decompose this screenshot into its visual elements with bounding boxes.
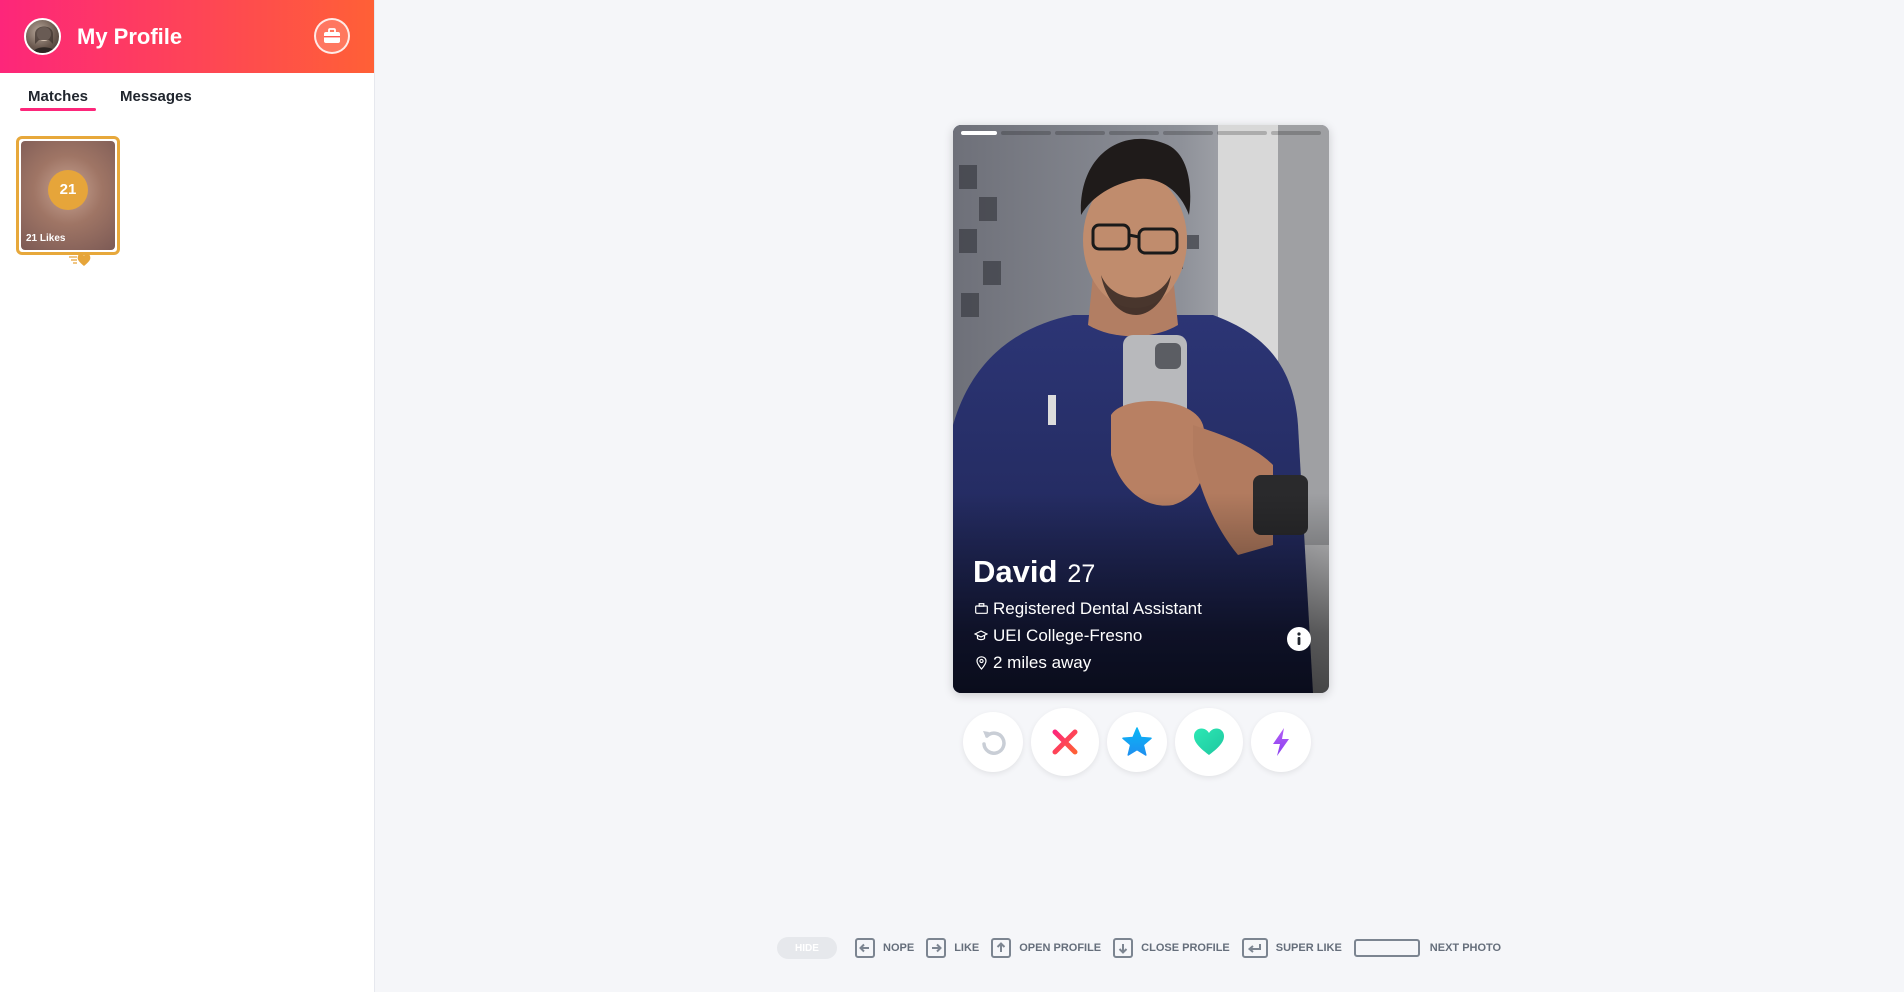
enter-key-icon bbox=[1241, 938, 1268, 958]
shortcut-close-profile-label: CLOSE PROFILE bbox=[1141, 942, 1230, 954]
profile-school: UEI College-Fresno bbox=[993, 625, 1143, 645]
likes-label: 21 Likes bbox=[26, 233, 66, 244]
photo-progress-segment bbox=[1109, 131, 1159, 135]
profile-name: David bbox=[973, 554, 1058, 589]
profile-info: David 27 Registered Dental Assistant UEI… bbox=[973, 554, 1269, 673]
photo-progress-segment bbox=[1001, 131, 1051, 135]
likes-count-badge: 21 bbox=[48, 169, 88, 210]
profile-header: My Profile bbox=[0, 0, 374, 73]
shortcut-next-photo: NEXT PHOTO bbox=[1353, 939, 1502, 957]
down-arrow-key-icon bbox=[1113, 938, 1134, 958]
photo-progress-segment bbox=[1217, 131, 1267, 135]
shortcut-super-like-label: SUPER LIKE bbox=[1275, 942, 1342, 954]
left-arrow-key-icon bbox=[855, 938, 875, 958]
swipe-actions bbox=[963, 708, 1311, 776]
open-profile-button[interactable] bbox=[1287, 627, 1311, 651]
photo-progress-segment bbox=[961, 131, 997, 135]
distance-row: 2 miles away bbox=[973, 652, 1269, 673]
up-arrow-key-icon bbox=[991, 938, 1012, 958]
nope-button[interactable] bbox=[1031, 708, 1099, 776]
photo-progress-segment bbox=[1271, 131, 1321, 135]
likes-you-card[interactable]: 21 21 Likes bbox=[16, 136, 120, 266]
shortcut-like-label: LIKE bbox=[954, 942, 980, 954]
profile-job: Registered Dental Assistant bbox=[993, 598, 1202, 618]
lightning-icon bbox=[1273, 728, 1289, 756]
shortcut-next-photo-label: NEXT PHOTO bbox=[1429, 942, 1502, 954]
briefcase-icon bbox=[324, 28, 340, 43]
tab-messages[interactable]: Messages bbox=[112, 88, 200, 111]
shortcut-nope-label: NOPE bbox=[883, 942, 915, 954]
page-title[interactable]: My Profile bbox=[77, 24, 182, 50]
job-row: Registered Dental Assistant bbox=[973, 598, 1269, 619]
x-icon bbox=[1052, 729, 1078, 755]
avatar[interactable] bbox=[24, 18, 61, 55]
shortcut-like: LIKE bbox=[926, 938, 979, 958]
spacebar-key-icon bbox=[1353, 939, 1420, 957]
shortcut-open-profile: OPEN PROFILE bbox=[991, 938, 1101, 958]
work-mode-button[interactable] bbox=[314, 18, 350, 54]
info-icon bbox=[1297, 632, 1301, 645]
heart-icon bbox=[1194, 728, 1224, 755]
profile-distance: 2 miles away bbox=[993, 652, 1092, 672]
location-pin-icon bbox=[973, 655, 989, 670]
sidebar: My Profile Matches Messages 21 21 Likes bbox=[0, 0, 375, 992]
star-icon bbox=[1122, 727, 1152, 756]
boost-button[interactable] bbox=[1251, 712, 1311, 772]
right-arrow-key-icon bbox=[926, 938, 947, 958]
profile-age: 27 bbox=[1067, 560, 1096, 588]
rewind-icon bbox=[982, 731, 1006, 755]
hide-shortcuts-button[interactable]: HIDE bbox=[777, 937, 837, 959]
like-button[interactable] bbox=[1175, 708, 1243, 776]
shortcut-close-profile: CLOSE PROFILE bbox=[1113, 938, 1230, 958]
shortcut-open-profile-label: OPEN PROFILE bbox=[1019, 942, 1102, 954]
photo-progress bbox=[961, 131, 1321, 135]
shortcut-nope: NOPE bbox=[855, 938, 914, 958]
gold-heart-icon bbox=[69, 253, 91, 266]
tab-matches[interactable]: Matches bbox=[20, 88, 97, 111]
graduation-cap-icon bbox=[973, 630, 989, 641]
briefcase-icon bbox=[973, 603, 989, 614]
keyboard-shortcuts-bar: HIDE NOPE LIKE OPEN PROFILE CLOSE PROFIL… bbox=[777, 937, 1513, 959]
likes-blurred-photo: 21 21 Likes bbox=[21, 141, 115, 250]
rewind-button[interactable] bbox=[963, 712, 1023, 772]
super-like-button[interactable] bbox=[1107, 712, 1167, 772]
photo-progress-segment bbox=[1163, 131, 1213, 135]
photo-progress-segment bbox=[1055, 131, 1105, 135]
sidebar-tabs: Matches Messages bbox=[0, 73, 374, 111]
profile-card[interactable]: David 27 Registered Dental Assistant UEI… bbox=[953, 125, 1329, 693]
school-row: UEI College-Fresno bbox=[973, 625, 1269, 646]
shortcut-super-like: SUPER LIKE bbox=[1241, 938, 1342, 958]
